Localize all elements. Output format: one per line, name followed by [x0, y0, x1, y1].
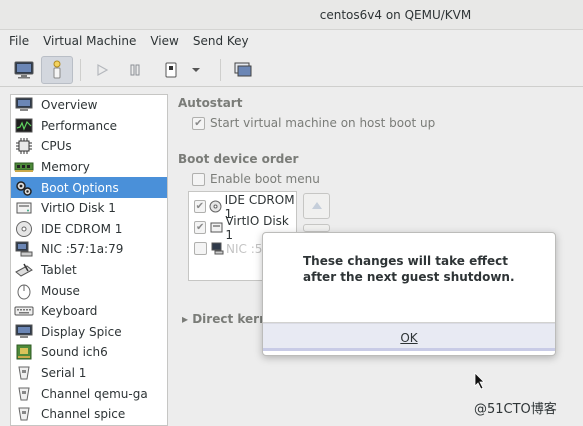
sidebar-item-ide-cdrom-1[interactable]: IDE CDROM 1 — [11, 219, 167, 240]
toolbar — [0, 53, 583, 87]
menu-virtual-machine[interactable]: Virtual Machine — [36, 30, 143, 52]
boot-order-title: Boot device order — [178, 152, 299, 166]
tablet-icon — [14, 261, 34, 279]
sidebar-item-label: Sound ich6 — [41, 345, 108, 360]
sidebar-item-serial-1[interactable]: Serial 1 — [11, 363, 167, 384]
mouse-pointer-icon — [474, 372, 485, 390]
details-button[interactable] — [41, 56, 73, 84]
channel-icon — [14, 385, 34, 403]
shutdown-menu-button[interactable] — [184, 56, 208, 84]
sidebar-item-memory[interactable]: Memory — [11, 157, 167, 178]
memory-icon — [14, 158, 34, 176]
cdrom-icon — [209, 198, 223, 216]
run-icon — [97, 63, 109, 77]
display-icon — [14, 323, 34, 341]
sidebar-item-label: Performance — [41, 118, 118, 133]
sidebar-item-label: Display Spice — [41, 324, 122, 339]
dialog-message: These changes will take effect after the… — [303, 254, 515, 284]
window-titlebar: centos6v4 on QEMU/KVM — [0, 0, 583, 30]
autostart-title: Autostart — [178, 96, 243, 110]
shutdown-icon — [165, 62, 177, 78]
window-title: centos6v4 on QEMU/KVM — [319, 8, 472, 22]
info-dialog: These changes will take effect after the… — [262, 232, 556, 356]
sidebar-item-label: Channel spice — [41, 407, 126, 422]
enable-boot-menu-label: Enable boot menu — [210, 172, 320, 186]
toolbar-separator — [80, 59, 81, 81]
ok-button-label: OK — [400, 331, 418, 345]
console-icon — [14, 61, 34, 79]
disk-icon — [209, 219, 223, 237]
sidebar-item-label: NIC :57:1a:79 — [41, 242, 124, 257]
sidebar-item-label: VirtIO Disk 1 — [41, 201, 116, 216]
sidebar-item-mouse[interactable]: Mouse — [11, 280, 167, 301]
sidebar-item-label: CPUs — [41, 139, 72, 154]
console-button[interactable] — [8, 56, 40, 84]
menu-file[interactable]: File — [0, 30, 36, 52]
sidebar-item-label: Keyboard — [41, 304, 98, 319]
fullscreen-button[interactable] — [227, 56, 259, 84]
sidebar-item-cpus[interactable]: CPUs — [11, 136, 167, 157]
move-down-button[interactable] — [303, 224, 330, 232]
hardware-list: Overview Performance CPUs Memory Boot Op… — [10, 94, 168, 426]
boot-device-checkbox[interactable] — [194, 242, 207, 255]
details-icon — [53, 60, 61, 79]
sidebar-item-keyboard[interactable]: Keyboard — [11, 301, 167, 322]
shutdown-button[interactable] — [155, 56, 187, 84]
toolbar-separator — [220, 59, 221, 81]
ok-button[interactable]: OK — [263, 323, 555, 351]
autostart-checkbox[interactable]: ✔ — [192, 116, 205, 130]
menu-send-key[interactable]: Send Key — [186, 30, 256, 52]
sidebar-item-virtio-disk-1[interactable]: VirtIO Disk 1 — [11, 198, 167, 219]
autostart-row: ✔ Start virtual machine on host boot up — [192, 116, 435, 130]
sidebar-item-sound-ich6[interactable]: Sound ich6 — [11, 342, 167, 363]
monitor-icon — [14, 96, 34, 114]
expander-arrow-icon: ▸ — [182, 312, 189, 326]
run-button[interactable] — [86, 56, 118, 84]
menu-bar: File Virtual Machine View Send Key — [0, 30, 583, 52]
sidebar-item-performance[interactable]: Performance — [11, 116, 167, 137]
enable-boot-menu-checkbox[interactable] — [192, 172, 205, 186]
sidebar-item-display-spice[interactable]: Display Spice — [11, 322, 167, 343]
sidebar-item-label: Mouse — [41, 283, 80, 298]
menu-view[interactable]: View — [143, 30, 185, 52]
performance-graph-icon — [14, 117, 34, 135]
keyboard-icon — [14, 302, 34, 320]
sidebar-item-nic[interactable]: NIC :57:1a:79 — [11, 239, 167, 260]
boot-device-checkbox[interactable]: ✔ — [194, 221, 207, 234]
serial-icon — [14, 364, 34, 382]
boot-device-checkbox[interactable]: ✔ — [194, 200, 206, 213]
autostart-label: Start virtual machine on host boot up — [210, 116, 436, 130]
sidebar-item-channel-qemu-ga[interactable]: Channel qemu-ga — [11, 383, 167, 404]
mouse-icon — [14, 282, 34, 300]
cpu-chip-icon — [14, 137, 34, 155]
fullscreen-icon — [234, 62, 252, 77]
sidebar-item-channel-spice[interactable]: Channel spice — [11, 404, 167, 425]
channel-icon — [14, 405, 34, 423]
boot-gears-icon — [14, 179, 34, 197]
dropdown-arrow-icon — [192, 68, 200, 72]
sidebar-item-label: Tablet — [41, 263, 77, 278]
network-icon — [210, 240, 224, 258]
sound-card-icon — [14, 343, 34, 361]
enable-boot-menu-row: Enable boot menu — [192, 172, 320, 186]
watermark: @51CTO博客 — [474, 402, 557, 417]
network-icon — [14, 240, 34, 258]
pause-button[interactable] — [119, 56, 151, 84]
sidebar-item-overview[interactable]: Overview — [11, 95, 167, 116]
disk-icon — [14, 199, 34, 217]
pause-icon — [130, 64, 140, 76]
sidebar-item-label: Channel qemu-ga — [41, 386, 148, 401]
sidebar-item-label: Overview — [41, 98, 98, 113]
arrow-up-icon — [311, 202, 322, 209]
sidebar-item-boot-options[interactable]: Boot Options — [11, 177, 167, 198]
sidebar-item-label: Memory — [41, 160, 90, 175]
sidebar-item-label: IDE CDROM 1 — [41, 221, 123, 236]
sidebar-item-label: Boot Options — [41, 180, 119, 195]
move-up-button[interactable] — [303, 193, 330, 219]
cdrom-icon — [14, 220, 34, 238]
sidebar-item-tablet[interactable]: Tablet — [11, 260, 167, 281]
sidebar-item-label: Serial 1 — [41, 366, 87, 381]
